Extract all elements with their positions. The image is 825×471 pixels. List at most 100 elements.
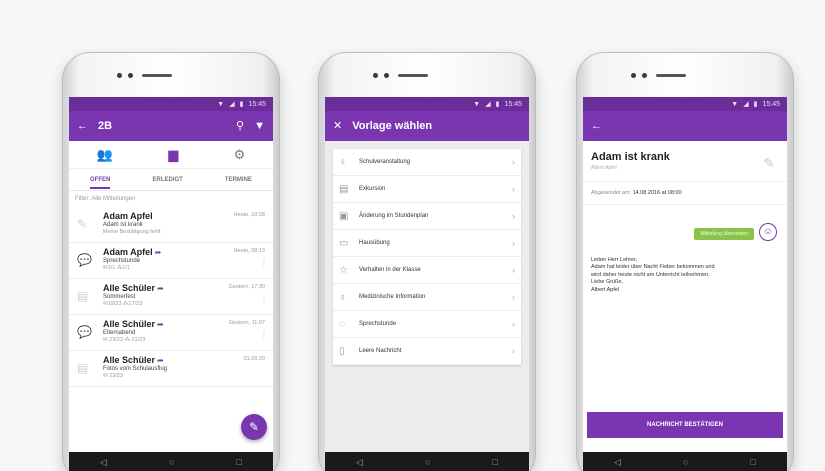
speaker-grille	[398, 74, 428, 77]
close-icon[interactable]: ✕	[333, 120, 342, 132]
message-item[interactable]: ▤ Alle Schüler ➦ Fotos vom Schulausflug ✉…	[69, 351, 273, 387]
nav-back-icon[interactable]: ◁	[356, 457, 363, 468]
template-item[interactable]: ▣ Änderung im Stundenplan ›	[333, 203, 521, 230]
chevron-right-icon: ›	[512, 211, 515, 221]
template-label: Verhalten in der Klasse	[359, 267, 421, 273]
filter-icon[interactable]: ▼	[254, 120, 265, 132]
forward-arrow-icon: ➦	[157, 284, 164, 293]
speaker-grille	[656, 74, 686, 77]
template-label: Schulveranstaltung	[359, 159, 411, 165]
people-icon[interactable]: 👥	[97, 147, 113, 163]
more-icon[interactable]: ⋮	[260, 330, 268, 339]
tab-erledigt[interactable]: ERLEDIGT	[152, 177, 182, 183]
signal-icon: ◢	[485, 101, 491, 108]
gear-icon[interactable]: ⚙	[234, 147, 246, 163]
phone-top-bezel	[576, 52, 794, 96]
sensor-dot	[384, 73, 389, 78]
nav-recents-icon[interactable]: □	[493, 457, 498, 467]
chevron-right-icon: ›	[512, 184, 515, 194]
section-icons: 👥 ▆ ⚙	[69, 141, 273, 169]
screen: ▼ ◢ ▮ 15:45 ← 2B ⚲ ▼ 👥 ▆ ⚙ OFFEN ERLEDIG…	[69, 97, 273, 452]
template-label: Änderung im Stundenplan	[359, 213, 429, 219]
screen: ▼ ◢ ▮ 15:45 ← Adam ist krank Albert Apfe…	[583, 97, 787, 452]
nav-back-icon[interactable]: ◁	[100, 457, 107, 468]
chevron-right-icon: ›	[512, 346, 515, 356]
camera-dot	[117, 73, 122, 78]
phone-template-picker: ▼ ◢ ▮ 15:45 ✕ Vorlage wählen ♀ Schulveran…	[318, 52, 536, 471]
template-item[interactable]: ☆ Verhalten in der Klasse ›	[333, 257, 521, 284]
app-bar: ←	[583, 111, 787, 141]
status-bar: ▼ ◢ ▮ 15:45	[325, 97, 529, 111]
body-line: Adam hat leider über Nacht Fieber bekomm…	[591, 264, 715, 271]
translate-bubble[interactable]: Mitteilung übersetzen	[694, 228, 754, 240]
sensor-dot	[642, 73, 647, 78]
message-subtitle: Adam ist krank	[103, 222, 143, 228]
message-title: Alle Schüler	[103, 283, 156, 293]
template-label: Leere Nachricht	[359, 348, 402, 354]
translate-person-icon[interactable]: ☺	[759, 223, 777, 241]
confirm-message-button[interactable]: NACHRICHT BESTÄTIGEN	[587, 412, 783, 438]
more-icon[interactable]: ⋮	[260, 294, 268, 303]
message-item[interactable]: 💬 Adam Apfel ➦ Sprechstunde ✉1/1 ⁂1/1 Heu…	[69, 243, 273, 279]
phone-top-bezel	[62, 52, 280, 96]
battery-icon: ▮	[753, 101, 758, 108]
stage: ▼ ◢ ▮ 15:45 ← 2B ⚲ ▼ 👥 ▆ ⚙ OFFEN ERLEDIG…	[0, 0, 825, 471]
battery-icon: ▮	[239, 101, 244, 108]
template-item[interactable]: ◌ Sprechstunde ›	[333, 311, 521, 338]
nav-home-icon[interactable]: ○	[169, 457, 174, 467]
tab-termine[interactable]: TERMINE	[225, 177, 252, 183]
sent-value: 14.08.2016 at 08:00	[632, 190, 682, 196]
message-meta: Meine Bestätigung fehlt	[103, 229, 161, 235]
message-meta: ✉19/23 ⁂17/23	[103, 301, 143, 307]
screen: ▼ ◢ ▮ 15:45 ✕ Vorlage wählen ♀ Schulveran…	[325, 97, 529, 452]
camera-dot	[631, 73, 636, 78]
template-item[interactable]: ▤ Exkursion ›	[333, 176, 521, 203]
chevron-right-icon: ›	[512, 319, 515, 329]
nav-back-icon[interactable]: ◁	[614, 457, 621, 468]
chevron-right-icon: ›	[512, 265, 515, 275]
template-item[interactable]: ▭ Hausübung ›	[333, 230, 521, 257]
back-arrow-icon[interactable]: ←	[591, 120, 602, 132]
compose-button[interactable]: ✎	[241, 414, 267, 440]
message-item[interactable]: ✎ Adam Apfel Adam ist krank Meine Bestät…	[69, 207, 273, 243]
status-time: 15:45	[504, 100, 522, 108]
chevron-right-icon: ›	[512, 292, 515, 302]
message-subtitle: Sprechstunde	[103, 258, 141, 264]
message-author: Albert Apfel	[591, 165, 617, 171]
calendar-icon: ▤	[77, 289, 89, 303]
wifi-icon: ▼	[217, 100, 225, 108]
template-item[interactable]: ▯ Leere Nachricht ›	[333, 338, 521, 365]
tab-offen[interactable]: OFFEN	[90, 177, 111, 189]
message-title: Alle Schüler	[103, 355, 156, 365]
message-time: Gestern, 11:07	[229, 320, 265, 326]
message-title: Adam Apfel	[103, 247, 153, 257]
status-bar: ▼ ◢ ▮ 15:45	[69, 97, 273, 111]
message-title: Alle Schüler	[103, 319, 156, 329]
pencil-icon: ✎	[763, 155, 775, 171]
chat-icon[interactable]: ▆	[168, 147, 178, 163]
nav-recents-icon[interactable]: □	[237, 457, 242, 467]
body-line: Albert Apfel	[591, 286, 620, 293]
speech-bubble-icon: 💬	[77, 253, 92, 267]
message-time: Gestern, 17:30	[228, 284, 265, 290]
nav-recents-icon[interactable]: □	[751, 457, 756, 467]
message-item[interactable]: ▤ Alle Schüler ➦ Sommerfest ✉19/23 ⁂17/23…	[69, 279, 273, 315]
template-item[interactable]: ♁ Medizinische Information ›	[333, 284, 521, 311]
chevron-right-icon: ›	[512, 238, 515, 248]
phone-message-detail: ▼ ◢ ▮ 15:45 ← Adam ist krank Albert Apfe…	[576, 52, 794, 471]
forward-arrow-icon: ➦	[157, 320, 164, 329]
battery-icon: ▮	[495, 101, 500, 108]
message-item[interactable]: 💬 Alle Schüler ➦ Elternabend ✉ 23/23 ⁂ 21…	[69, 315, 273, 351]
nav-home-icon[interactable]: ○	[683, 457, 688, 467]
back-arrow-icon[interactable]: ←	[77, 120, 88, 132]
blank-page-icon: ▯	[339, 345, 345, 357]
template-item[interactable]: ♀ Schulveranstaltung ›	[333, 149, 521, 176]
search-icon[interactable]: ⚲	[236, 120, 244, 132]
phone-messages-list: ▼ ◢ ▮ 15:45 ← 2B ⚲ ▼ 👥 ▆ ⚙ OFFEN ERLEDIG…	[62, 52, 280, 471]
template-label: Hausübung	[359, 240, 390, 246]
more-icon[interactable]: ⋮	[260, 258, 268, 267]
body-line: Liebe Grüße,	[591, 279, 624, 286]
nav-home-icon[interactable]: ○	[425, 457, 430, 467]
sent-info: Abgesendet am: 14.08.2016 at 08:00	[583, 181, 787, 205]
template-list: ♀ Schulveranstaltung › ▤ Exkursion › ▣ Änderu…	[333, 149, 521, 365]
